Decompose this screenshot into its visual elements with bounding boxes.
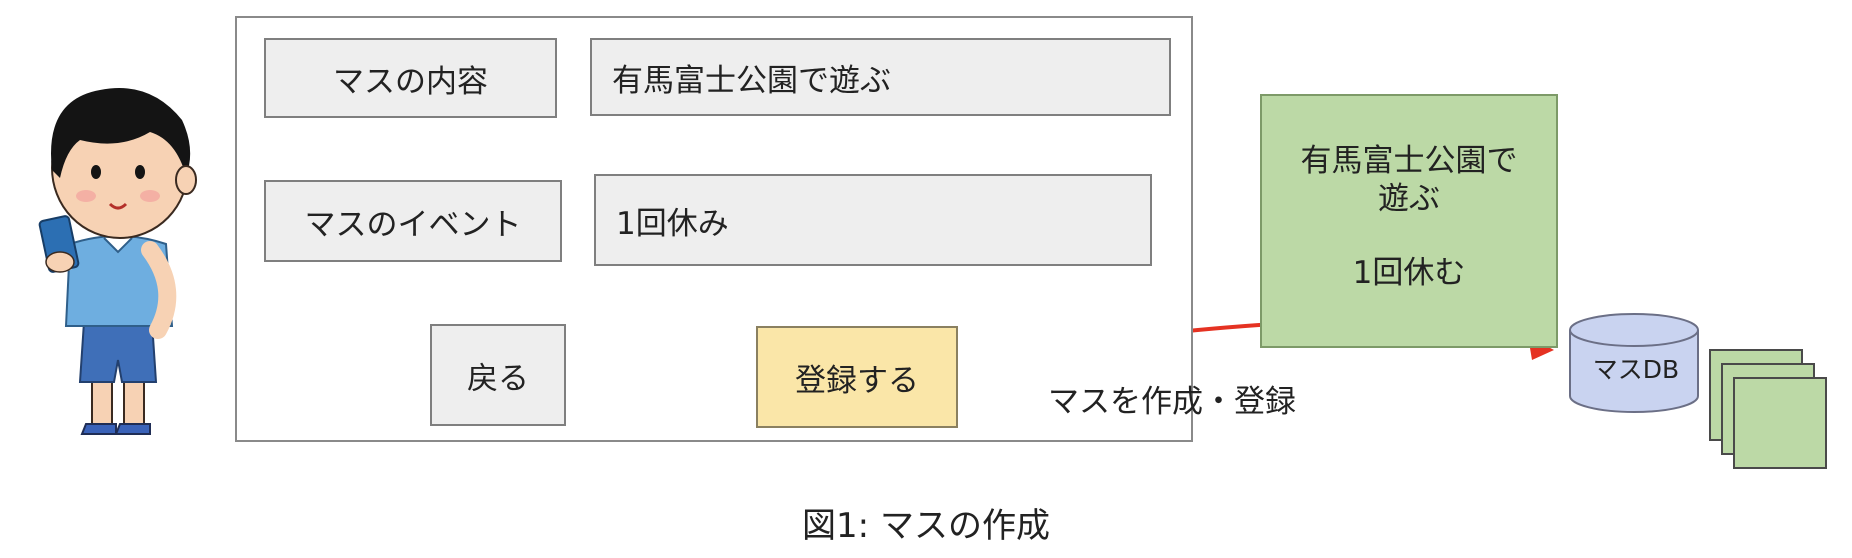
cell-event-selected-value: 1回休み xyxy=(616,205,729,242)
register-button[interactable]: 登録する xyxy=(756,326,958,428)
cell-event-label: マスのイベント xyxy=(264,180,562,262)
card-content-line-1: 有馬富士公園で xyxy=(1300,143,1518,179)
figure-caption: 図1: マスの作成 xyxy=(802,506,1050,546)
card-content-line-2: 遊ぶ xyxy=(1378,181,1440,217)
cell-event-select[interactable]: 1回休み xyxy=(594,174,1152,266)
card-event-line: 1回休む xyxy=(1352,255,1466,291)
stacked-records-icon xyxy=(1709,349,1827,469)
arrow-label: マスを作成・登録 xyxy=(1048,384,1296,420)
database-label: マスDB xyxy=(1592,355,1680,384)
cell-content-label: マスの内容 xyxy=(264,38,557,118)
person-with-smartphone-icon xyxy=(38,88,197,435)
cell-content-input[interactable]: 有馬富士公園で遊ぶ xyxy=(590,38,1171,116)
created-cell-card: 有馬富士公園で 遊ぶ 1回休む xyxy=(1260,94,1558,348)
back-button[interactable]: 戻る xyxy=(430,324,566,426)
